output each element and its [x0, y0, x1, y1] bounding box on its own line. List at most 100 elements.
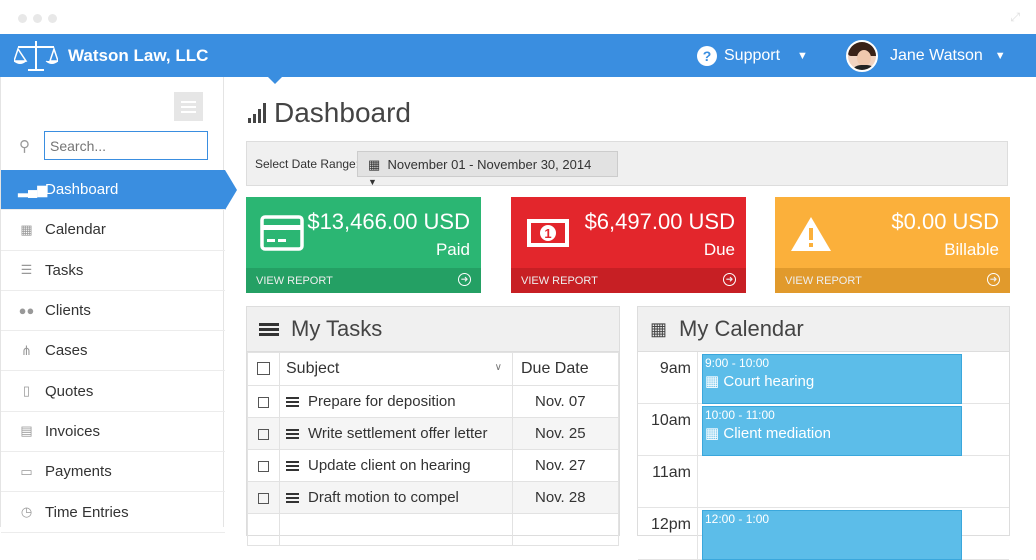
task-list-icon: [286, 395, 299, 409]
task-checkbox[interactable]: [247, 417, 280, 450]
money-bill-icon: 1: [527, 219, 569, 247]
view-report-link[interactable]: VIEW REPORT ➜: [511, 268, 746, 293]
task-checkbox[interactable]: [247, 481, 280, 514]
task-subject[interactable]: Write settlement offer letter: [279, 417, 513, 450]
time-label: 12pm: [638, 508, 698, 560]
expand-icon[interactable]: ⤢: [1010, 10, 1020, 25]
view-report-link[interactable]: VIEW REPORT ➜: [775, 268, 1010, 293]
event-time: 9:00 - 10:00: [705, 356, 770, 370]
task-due-date: Nov. 27: [512, 449, 619, 482]
calendar-title: My Calendar: [679, 316, 804, 341]
sidebar-item-label: Time Entries: [45, 503, 129, 521]
table-row[interactable]: Prepare for deposition Nov. 07: [247, 385, 619, 418]
sidebar-item-label: Calendar: [45, 221, 106, 239]
task-subject[interactable]: Update client on hearing: [279, 449, 513, 482]
task-checkbox[interactable]: [247, 385, 280, 418]
event-name: Client mediation: [723, 425, 831, 442]
task-list-icon: [286, 459, 299, 473]
column-header-subject[interactable]: Subject ∨: [279, 352, 513, 386]
invoice-icon: ▤: [20, 423, 33, 439]
document-icon: ▯: [22, 383, 31, 399]
tasks-table: Subject ∨ Due Date Prepare for deposition…: [247, 352, 619, 546]
task-list-icon: [286, 491, 299, 505]
support-menu[interactable]: ? Support ▼: [697, 46, 808, 66]
calendar-icon: ▦: [368, 157, 381, 172]
user-menu[interactable]: Jane Watson ▼: [846, 40, 1006, 72]
due-label: Due: [703, 240, 735, 259]
time-label: 11am: [638, 456, 698, 508]
event-name: Court hearing: [723, 373, 815, 390]
support-label: Support: [724, 47, 781, 64]
menu-toggle-icon[interactable]: [174, 92, 203, 121]
calendar-icon: ▦: [650, 318, 668, 339]
table-header-row: Subject ∨ Due Date: [247, 352, 619, 386]
nav-caret: [268, 77, 282, 84]
list-icon: ☰: [20, 262, 33, 278]
top-navbar: Watson Law, LLC ? Support ▼ Jane Watson …: [0, 34, 1036, 77]
sidebar-item-tasks[interactable]: ☰ Tasks: [1, 251, 225, 291]
sidebar-item-cases[interactable]: ⋔ Cases: [1, 331, 225, 372]
calendar-event[interactable]: 12:00 - 1:00: [702, 510, 962, 560]
arrow-right-icon: ➜: [723, 273, 736, 286]
calendar-icon: ▦: [20, 221, 33, 237]
billable-amount: $0.00 USD: [891, 209, 999, 234]
chevron-down-icon: ▼: [368, 177, 377, 187]
sidebar-item-payments[interactable]: ▭ Payments: [1, 452, 225, 493]
search-icon: ⚲: [19, 138, 30, 155]
sidebar-nav: ▂▄▆ Dashboard ▦ Calendar ☰ Tasks ●● Clients ⋔ Cas…: [1, 170, 237, 533]
arrow-right-icon: ➜: [987, 273, 1000, 286]
calendar-panel-header: ▦ My Calendar: [638, 307, 1009, 352]
scales-logo-icon: [14, 41, 58, 71]
credit-card-icon: ▭: [20, 463, 33, 479]
billable-label: Billable: [944, 240, 999, 259]
table-row: [247, 513, 619, 546]
calendar-icon: ▦: [705, 373, 720, 390]
sidebar: ⚲ ▂▄▆Dashboard ▦ Calendar ☰ Tasks ●● Clients ⋔ C…: [0, 77, 237, 533]
event-time: 12:00 - 1:00: [705, 512, 770, 526]
sidebar-item-quotes[interactable]: ▯ Quotes: [1, 371, 225, 412]
select-all-checkbox[interactable]: [247, 352, 280, 386]
paid-label: Paid: [435, 240, 470, 259]
avatar: [846, 40, 878, 72]
clock-icon: ◷: [20, 504, 33, 520]
table-row[interactable]: Draft motion to compel Nov. 28: [247, 481, 619, 514]
sidebar-item-dashboard[interactable]: ▂▄▆ Dashboard: [1, 170, 237, 211]
chevron-down-icon: ▼: [797, 50, 808, 62]
calendar-event[interactable]: 10:00 - 11:00 ▦ Client mediation: [702, 406, 962, 456]
task-checkbox[interactable]: [247, 449, 280, 482]
task-subject[interactable]: Draft motion to compel: [279, 481, 513, 514]
sidebar-item-calendar[interactable]: ▦ Calendar: [1, 210, 225, 251]
time-label: 9am: [638, 352, 698, 404]
sidebar-item-label: Invoices: [45, 422, 101, 440]
tasks-panel-header: My Tasks: [247, 307, 619, 352]
search-input[interactable]: [44, 131, 208, 160]
task-due-date: Nov. 07: [512, 385, 619, 418]
svg-text:1: 1: [544, 226, 551, 241]
arrow-right-icon: ➜: [458, 273, 471, 286]
chevron-down-icon: ∨: [494, 362, 502, 373]
app-title[interactable]: Watson Law, LLC: [68, 46, 208, 66]
list-icon: [259, 321, 279, 338]
tasks-panel: My Tasks Subject ∨ Due Date Prepare for d…: [246, 306, 620, 546]
paid-amount: $13,466.00 USD: [307, 209, 470, 234]
task-list-icon: [286, 427, 299, 441]
user-name: Jane Watson: [890, 47, 983, 64]
column-header-due-date[interactable]: Due Date: [512, 352, 619, 386]
sidebar-item-label: Cases: [45, 342, 88, 360]
chevron-down-icon: ▼: [994, 50, 1006, 62]
view-report-link[interactable]: VIEW REPORT ➜: [246, 268, 481, 293]
date-range-bar: Select Date Range: ▦ November 01 - Novem…: [246, 141, 1008, 187]
task-subject[interactable]: Prepare for deposition: [279, 385, 513, 418]
window-chrome: ⤢: [0, 0, 1036, 34]
calendar-event[interactable]: 9:00 - 10:00 ▦ Court hearing: [702, 354, 962, 404]
table-row[interactable]: Update client on hearing Nov. 27: [247, 449, 619, 482]
table-row[interactable]: Write settlement offer letter Nov. 25: [247, 417, 619, 450]
window-dot-icon: [48, 14, 57, 23]
page-title: Dashboard: [248, 97, 411, 129]
sidebar-item-clients[interactable]: ●● Clients: [1, 291, 225, 332]
date-range-picker[interactable]: ▦ November 01 - November 30, 2014 ▼: [357, 151, 618, 187]
calendar-panel: ▦ My Calendar 9am 10am 11am 12pm 9:00 - 10:0…: [637, 306, 1010, 560]
sidebar-item-invoices[interactable]: ▤ Invoices: [1, 412, 225, 453]
question-icon: ?: [697, 46, 717, 66]
calendar-time-row[interactable]: 11am: [638, 456, 1009, 508]
